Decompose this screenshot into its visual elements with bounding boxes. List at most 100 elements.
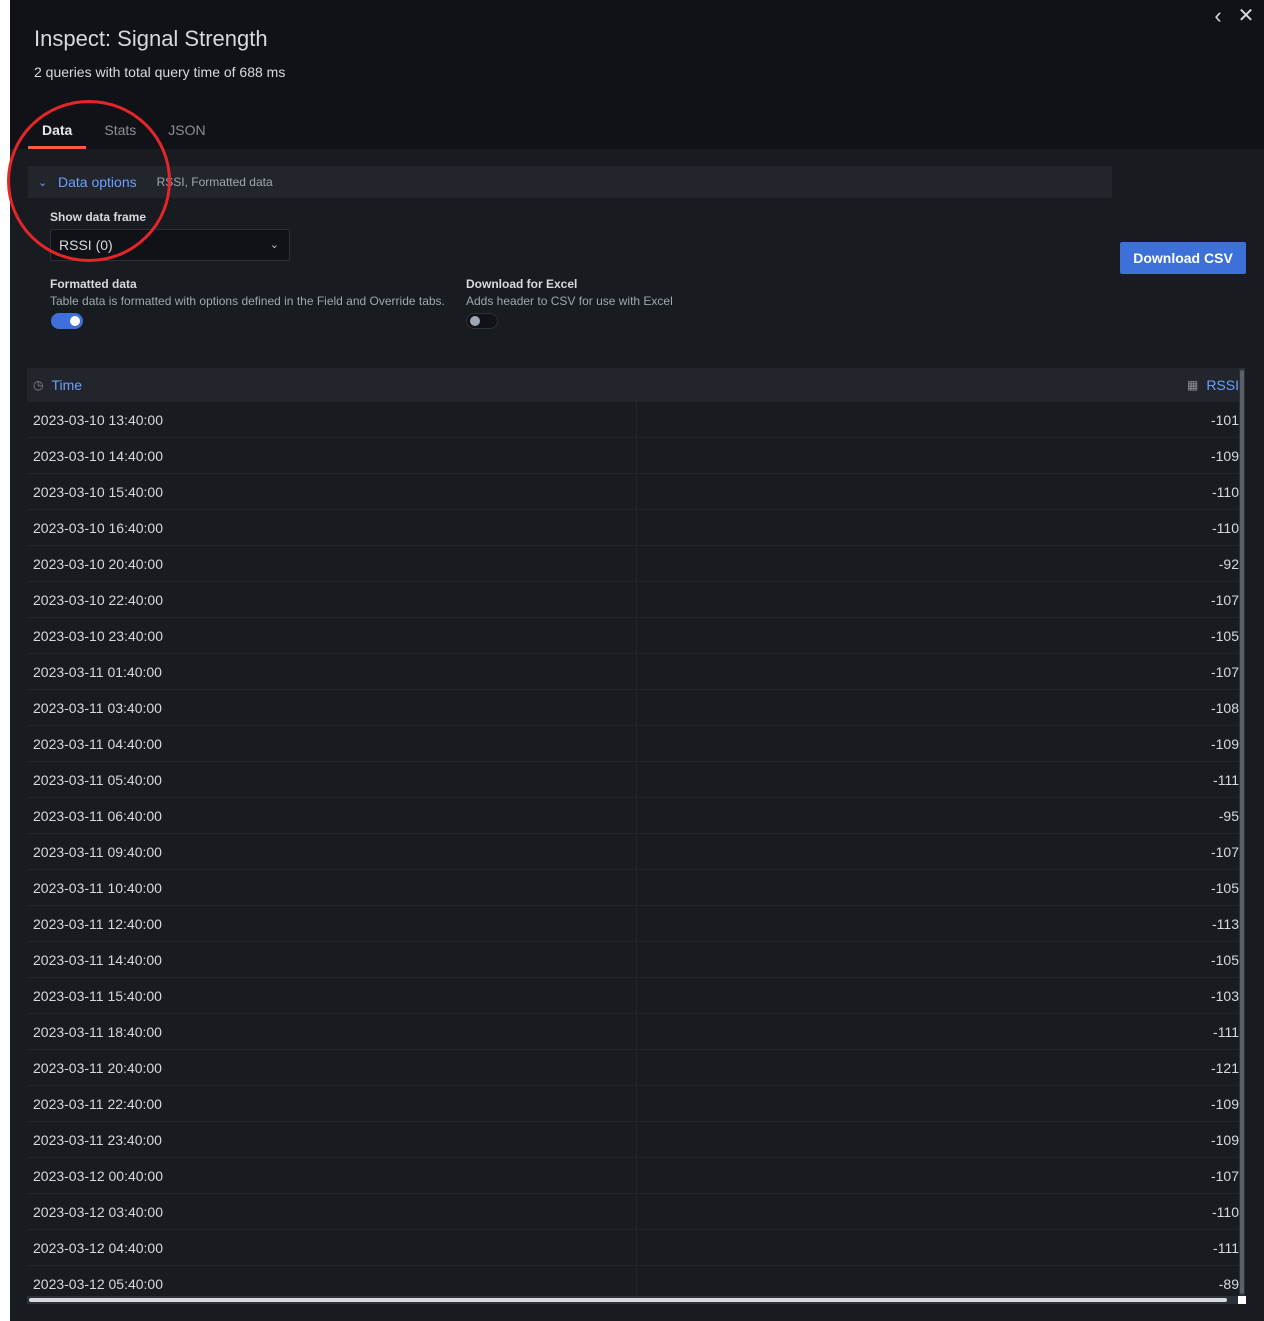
cell-time: 2023-03-11 05:40:00 [33, 772, 162, 788]
cell-rssi: -109 [1210, 1096, 1239, 1112]
column-header-label: Time [51, 377, 83, 393]
cell-rssi: -111 [1213, 772, 1239, 788]
table-row: 2023-03-10 22:40:00 -107 [27, 582, 1239, 618]
download-csv-button[interactable]: Download CSV [1120, 242, 1246, 274]
cell-rssi: -107 [1210, 844, 1239, 860]
cell-time: 2023-03-11 01:40:00 [33, 664, 162, 680]
tab-stats[interactable]: Stats [90, 110, 150, 149]
table-row: 2023-03-10 14:40:00 -109 [27, 438, 1239, 474]
cell-rssi: -105 [1210, 952, 1239, 968]
cell-time: 2023-03-10 14:40:00 [33, 448, 163, 464]
table-row: 2023-03-11 10:40:00 -105 [27, 870, 1239, 906]
cell-time: 2023-03-10 23:40:00 [33, 628, 163, 644]
cell-time: 2023-03-11 12:40:00 [33, 916, 162, 932]
table-row: 2023-03-11 12:40:00 -113 [27, 906, 1239, 942]
download-for-excel-description: Adds header to CSV for use with Excel [466, 294, 673, 308]
show-data-frame-label: Show data frame [50, 210, 147, 224]
scrollbar-thumb[interactable] [29, 1298, 1227, 1302]
cell-time: 2023-03-12 00:40:00 [33, 1168, 163, 1184]
column-header-time[interactable]: ◷ Time [33, 368, 82, 402]
cell-time: 2023-03-11 15:40:00 [33, 988, 162, 1004]
data-options-description: RSSI, Formatted data [156, 175, 273, 189]
cell-rssi: -103 [1210, 988, 1239, 1004]
table-row: 2023-03-12 03:40:00 -110 [27, 1194, 1239, 1230]
formatted-data-description: Table data is formatted with options def… [50, 294, 445, 308]
table-icon: ▦ [1186, 378, 1199, 392]
page-title: Inspect: Signal Strength [34, 26, 268, 51]
table-body: 2023-03-10 13:40:00 -101 2023-03-10 14:40:… [27, 402, 1239, 1296]
cell-time: 2023-03-11 03:40:00 [33, 700, 162, 716]
cell-rssi: -92 [1218, 556, 1239, 572]
tab-json[interactable]: JSON [154, 110, 219, 149]
table-row: 2023-03-11 23:40:00 -109 [27, 1122, 1239, 1158]
table-row: 2023-03-11 09:40:00 -107 [27, 834, 1239, 870]
cell-rssi: -101 [1210, 412, 1239, 428]
table-row: 2023-03-11 18:40:00 -111 [27, 1014, 1239, 1050]
cell-time: 2023-03-10 20:40:00 [33, 556, 163, 572]
table-header: ◷ Time ▦ RSSI [27, 368, 1239, 402]
cell-rssi: -107 [1210, 592, 1239, 608]
cell-rssi: -109 [1210, 448, 1239, 464]
table-row: 2023-03-10 15:40:00 -110 [27, 474, 1239, 510]
data-table: ◷ Time ▦ RSSI 2023-03-10 13:40:00 -101 202… [27, 368, 1239, 1296]
table-row: 2023-03-11 20:40:00 -121 [27, 1050, 1239, 1086]
cell-rssi: -113 [1212, 916, 1239, 932]
vertical-scrollbar[interactable] [1239, 368, 1245, 1296]
cell-time: 2023-03-12 03:40:00 [33, 1204, 163, 1220]
column-header-label: RSSI [1206, 377, 1239, 393]
chevron-left-icon[interactable]: ‹ [1206, 4, 1230, 28]
inspect-drawer: Inspect: Signal Strength 2 queries with … [10, 0, 1264, 1321]
table-row: 2023-03-12 04:40:00 -111 [27, 1230, 1239, 1266]
tab-data[interactable]: Data [28, 110, 87, 149]
scrollbar-corner [1238, 1296, 1246, 1304]
clock-icon: ◷ [33, 378, 44, 392]
download-for-excel-label: Download for Excel [466, 277, 578, 291]
cell-rssi: -89 [1218, 1276, 1239, 1292]
cell-time: 2023-03-11 18:40:00 [33, 1024, 162, 1040]
formatted-data-label: Formatted data [50, 277, 137, 291]
data-frame-selected-value: RSSI (0) [59, 237, 113, 253]
cell-time: 2023-03-11 06:40:00 [33, 808, 162, 824]
table-row: 2023-03-11 03:40:00 -108 [27, 690, 1239, 726]
close-icon[interactable]: ✕ [1234, 4, 1258, 28]
cell-time: 2023-03-11 10:40:00 [33, 880, 162, 896]
data-options-header[interactable]: ⌄ Data options RSSI, Formatted data [28, 166, 1112, 198]
cell-rssi: -121 [1210, 1060, 1239, 1076]
table-row: 2023-03-11 01:40:00 -107 [27, 654, 1239, 690]
cell-rssi: -108 [1210, 700, 1239, 716]
cell-time: 2023-03-10 15:40:00 [33, 484, 163, 500]
cell-time: 2023-03-11 09:40:00 [33, 844, 162, 860]
table-row: 2023-03-10 13:40:00 -101 [27, 402, 1239, 438]
table-row: 2023-03-12 05:40:00 -89 [27, 1266, 1239, 1296]
table-row: 2023-03-12 00:40:00 -107 [27, 1158, 1239, 1194]
scrollbar-thumb[interactable] [1240, 370, 1244, 1294]
table-row: 2023-03-11 05:40:00 -111 [27, 762, 1239, 798]
cell-time: 2023-03-10 16:40:00 [33, 520, 163, 536]
data-options-label: Data options [58, 174, 137, 190]
drawer-header: Inspect: Signal Strength 2 queries with … [10, 0, 1264, 149]
table-row: 2023-03-11 14:40:00 -105 [27, 942, 1239, 978]
cell-time: 2023-03-11 04:40:00 [33, 736, 162, 752]
table-row: 2023-03-11 15:40:00 -103 [27, 978, 1239, 1014]
cell-rssi: -110 [1212, 520, 1239, 536]
table-row: 2023-03-11 06:40:00 -95 [27, 798, 1239, 834]
cell-rssi: -111 [1213, 1240, 1239, 1256]
data-frame-select[interactable]: RSSI (0) ⌄ [50, 229, 290, 261]
cell-rssi: -110 [1212, 484, 1239, 500]
table-row: 2023-03-10 20:40:00 -92 [27, 546, 1239, 582]
toggle-knob [470, 316, 480, 326]
cell-rssi: -107 [1210, 1168, 1239, 1184]
download-for-excel-toggle[interactable] [466, 313, 498, 329]
horizontal-scrollbar[interactable] [27, 1296, 1239, 1304]
table-row: 2023-03-11 04:40:00 -109 [27, 726, 1239, 762]
column-header-rssi[interactable]: ▦ RSSI [1187, 368, 1239, 402]
cell-rssi: -109 [1210, 1132, 1239, 1148]
cell-rssi: -111 [1213, 1024, 1239, 1040]
query-summary: 2 queries with total query time of 688 m… [34, 64, 286, 80]
cell-time: 2023-03-10 13:40:00 [33, 412, 163, 428]
cell-rssi: -95 [1218, 808, 1239, 824]
chevron-down-icon: ⌄ [38, 176, 48, 189]
formatted-data-toggle[interactable] [51, 313, 83, 329]
cell-rssi: -107 [1210, 664, 1239, 680]
cell-time: 2023-03-12 05:40:00 [33, 1276, 163, 1292]
